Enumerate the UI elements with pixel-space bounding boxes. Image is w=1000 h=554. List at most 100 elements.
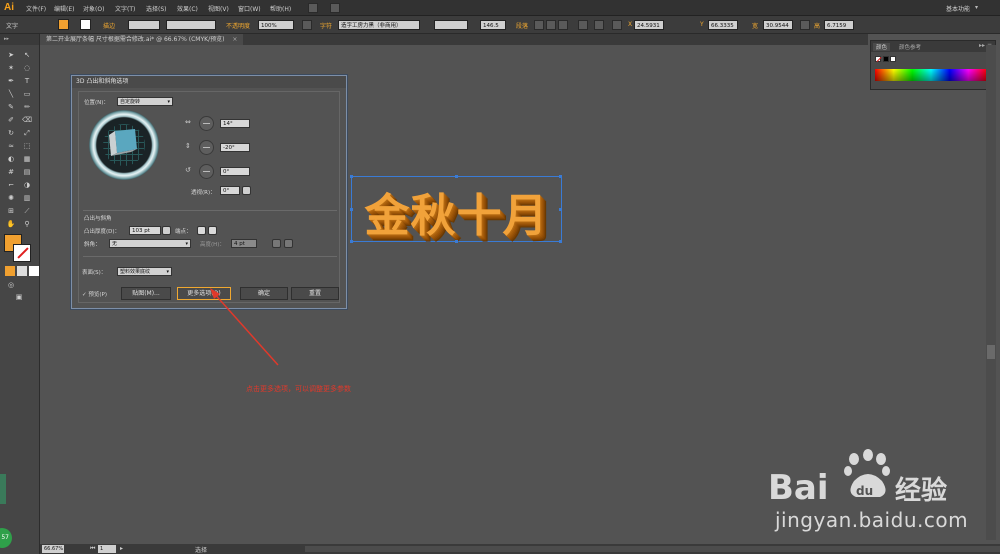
vertical-scrollbar[interactable] <box>986 45 996 540</box>
symbol-sprayer-icon[interactable]: ✺ <box>6 193 16 203</box>
zoom-tool-icon[interactable]: ⚲ <box>22 219 32 229</box>
align-center-icon[interactable] <box>546 20 556 30</box>
paintbrush-icon[interactable]: ✎ <box>6 102 16 112</box>
menu-help[interactable]: 帮助(H) <box>270 4 291 13</box>
line-tool-icon[interactable]: ╲ <box>6 89 16 99</box>
draw-mode-icon[interactable]: ◎ <box>6 280 16 290</box>
bevel-height-input[interactable]: 4 pt <box>231 239 257 248</box>
free-transform-icon[interactable]: ⬚ <box>22 141 32 151</box>
character-label[interactable]: 字符 <box>320 21 332 30</box>
eyedropper-icon[interactable]: ⌐ <box>6 180 16 190</box>
lasso-icon[interactable]: ◌ <box>22 63 32 73</box>
column-graph-icon[interactable]: ▥ <box>22 193 32 203</box>
fill-color-swatch[interactable] <box>58 19 69 30</box>
menu-effect[interactable]: 效果(C) <box>177 4 198 13</box>
transform-icon[interactable] <box>578 20 588 30</box>
x-rotation-knob[interactable] <box>199 116 214 131</box>
black-swatch[interactable] <box>883 56 889 62</box>
depth-dropdown-icon[interactable] <box>162 226 171 235</box>
preview-cube-icon[interactable] <box>105 125 143 163</box>
z-rotation-input[interactable]: 0° <box>220 167 250 176</box>
bridge-icon[interactable] <box>308 3 318 13</box>
rotation-preview-track[interactable] <box>89 110 159 180</box>
rotate-tool-icon[interactable]: ↻ <box>6 128 16 138</box>
direct-selection-tool-icon[interactable]: ↖ <box>22 50 32 60</box>
recolor-icon[interactable] <box>302 20 312 30</box>
blob-brush-icon[interactable]: ✐ <box>6 115 16 125</box>
menu-object[interactable]: 对象(O) <box>83 4 104 13</box>
artwork-selection-box[interactable]: 金秋十月 <box>350 175 562 243</box>
selection-handle[interactable] <box>350 175 353 178</box>
variable-width-field[interactable] <box>166 20 216 30</box>
close-icon[interactable]: × <box>232 36 237 43</box>
menu-type[interactable]: 文字(T) <box>115 4 135 13</box>
reset-button[interactable]: 重置 <box>291 287 339 300</box>
bevel-out-icon[interactable] <box>272 239 281 248</box>
menu-select[interactable]: 选择(S) <box>146 4 167 13</box>
menu-view[interactable]: 视图(V) <box>208 4 229 13</box>
align-right-icon[interactable] <box>558 20 568 30</box>
width-field[interactable]: 30.9544 <box>763 20 793 30</box>
perspective-grid-icon[interactable]: ▦ <box>22 154 32 164</box>
none-swatch[interactable] <box>875 56 881 62</box>
blend-tool-icon[interactable]: ◑ <box>22 180 32 190</box>
stroke-color-swatch[interactable] <box>80 19 91 30</box>
menu-file[interactable]: 文件(F) <box>26 4 46 13</box>
perspective-input[interactable]: 0° <box>220 186 240 195</box>
opacity-field[interactable]: 100% <box>258 20 294 30</box>
color-spectrum[interactable] <box>875 69 987 81</box>
stroke-weight-field[interactable] <box>128 20 160 30</box>
stroke-label[interactable]: 描边 <box>103 21 115 30</box>
tab-color-guide[interactable]: 颜色参考 <box>899 43 921 51</box>
bevel-select[interactable]: 无 <box>109 239 191 249</box>
tab-color[interactable]: 颜色 <box>873 43 891 51</box>
artboard-tool-icon[interactable]: ⊞ <box>6 206 16 216</box>
font-size-field[interactable]: 146.5 <box>480 20 506 30</box>
map-button[interactable]: 贴图(M)... <box>121 287 171 300</box>
paragraph-label[interactable]: 段落 <box>516 21 528 30</box>
pencil-icon[interactable]: ✏ <box>22 102 32 112</box>
selection-handle[interactable] <box>350 240 353 243</box>
pen-tool-icon[interactable]: ✒ <box>6 76 16 86</box>
menu-edit[interactable]: 编辑(E) <box>54 4 74 13</box>
rectangle-tool-icon[interactable]: ▭ <box>22 89 32 99</box>
horizontal-scrollbar[interactable] <box>305 546 1000 552</box>
font-style-field[interactable] <box>434 20 468 30</box>
selection-handle[interactable] <box>559 175 562 178</box>
y-field[interactable]: 66.3335 <box>708 20 738 30</box>
position-select[interactable]: 自定旋转 <box>117 97 173 107</box>
x-rotation-input[interactable]: 14° <box>220 119 250 128</box>
scrollbar-thumb[interactable] <box>987 345 995 359</box>
screen-mode-icon[interactable]: ▣ <box>14 292 24 302</box>
document-tab[interactable]: 第二开业展厅条幅 尺寸根据需合修改.ai* @ 66.67% (CMYK/预览)… <box>40 34 244 45</box>
selection-handle[interactable] <box>559 240 562 243</box>
menu-window[interactable]: 窗口(W) <box>238 4 261 13</box>
arrange-documents-icon[interactable] <box>330 3 340 13</box>
color-mode-icon[interactable] <box>5 266 15 276</box>
workspace-switcher[interactable]: 基本功能 <box>946 4 970 13</box>
selection-handle[interactable] <box>455 240 458 243</box>
none-mode-icon[interactable] <box>29 266 39 276</box>
cap-off-icon[interactable] <box>208 226 217 235</box>
preview-checkbox[interactable]: ✓ 预览(P) <box>82 290 107 298</box>
page-field[interactable]: 1 <box>98 545 116 553</box>
extrude-depth-input[interactable]: 103 pt <box>129 226 161 235</box>
align-left-icon[interactable] <box>534 20 544 30</box>
y-rotation-input[interactable]: -20° <box>220 143 250 152</box>
hand-tool-icon[interactable]: ✋ <box>6 219 16 229</box>
z-rotation-knob[interactable] <box>199 164 214 179</box>
zoom-field[interactable]: 66.67% <box>42 545 64 553</box>
cap-on-icon[interactable] <box>197 226 206 235</box>
mesh-tool-icon[interactable]: # <box>6 167 16 177</box>
perspective-dropdown-icon[interactable] <box>242 186 251 195</box>
selection-handle[interactable] <box>455 175 458 178</box>
slice-tool-icon[interactable]: ⟋ <box>22 206 32 216</box>
selection-handle[interactable] <box>350 208 353 211</box>
y-rotation-knob[interactable] <box>199 140 214 155</box>
magic-wand-icon[interactable]: ✶ <box>6 63 16 73</box>
stroke-swatch[interactable] <box>13 244 31 262</box>
surface-select[interactable]: 塑料效果底纹 <box>117 267 172 277</box>
selection-handle[interactable] <box>559 208 562 211</box>
next-page-icon[interactable]: ▸ <box>120 545 123 552</box>
link-icon[interactable] <box>800 20 810 30</box>
